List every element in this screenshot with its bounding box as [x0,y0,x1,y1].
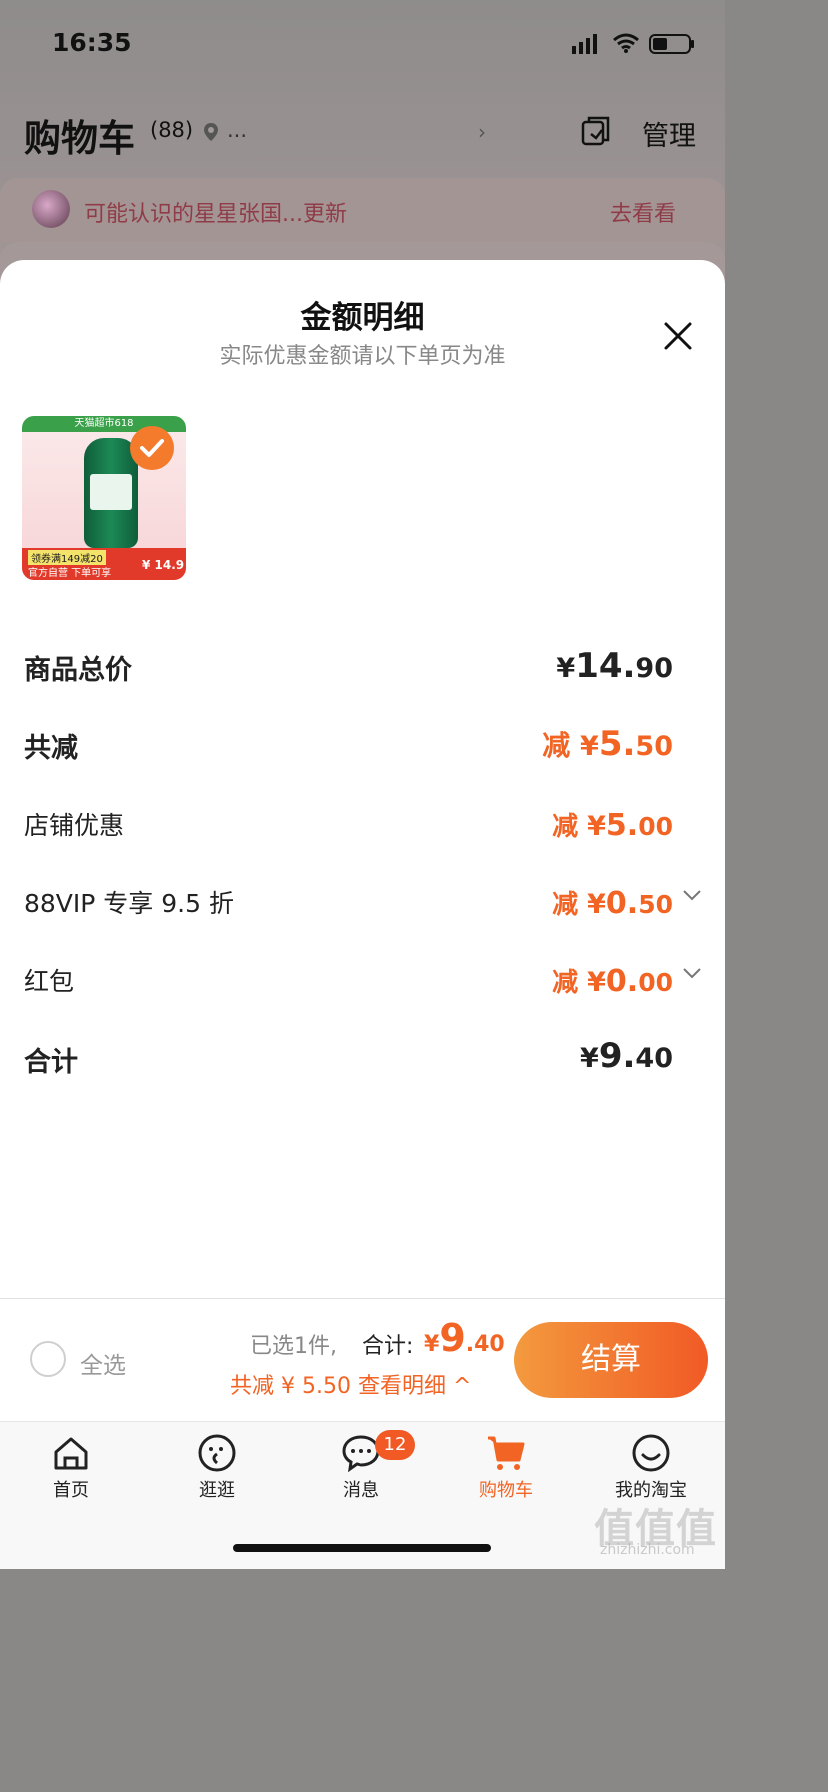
home-indicator[interactable] [233,1544,491,1552]
row-value-subtotal: ¥14.90 [556,646,673,686]
location-icon[interactable] [203,122,219,142]
product-price-tag: ¥ 14.9 [142,558,185,572]
signal-icon-bar4 [593,34,597,54]
home-icon [54,1437,88,1470]
select-all-label[interactable]: 全选 [80,1346,126,1380]
total-label: 合计: [362,1334,414,1359]
smile-icon [632,1434,670,1472]
watermark-url: zhizhizhi.com [600,1542,695,1558]
chevron-down-icon[interactable] [682,886,702,907]
notice-link[interactable]: 去看看 [610,196,676,228]
location-chevron-icon[interactable]: › [478,120,486,144]
tab-label-home: 首页 [53,1480,89,1501]
cart-title: 购物车 [24,117,135,160]
total-amount: ¥9.40 [424,1316,505,1360]
message-badge: 12 [375,1430,415,1460]
cart-icon [488,1436,525,1470]
view-detail-link[interactable]: 共减 ¥ 5.50 查看明细 ^ [230,1368,471,1400]
signal-icon-bar1 [572,46,576,54]
select-all-checkbox[interactable] [30,1341,66,1377]
row-label-shop-discount: 店铺优惠 [24,811,125,840]
notice-text[interactable]: 可能认识的星星张国...更新 [84,196,347,228]
share-cart-icon[interactable] [580,114,612,148]
sheet-subtitle: 实际优惠金额请以下单页为准 [219,344,506,369]
selected-count: 已选1件, [250,1334,337,1359]
row-value-88vip[interactable]: 减 ¥0.50 [552,884,673,921]
close-icon[interactable] [660,318,696,354]
browse-icon [198,1434,236,1472]
row-label-red-packet: 红包 [24,967,75,996]
row-value-shop-discount: 减 ¥5.00 [552,808,673,843]
status-icons [572,33,694,54]
row-label-subtotal: 商品总价 [24,655,132,686]
signal-icon-bar2 [579,42,583,54]
row-label-total: 合计 [24,1047,78,1078]
row-value-total: ¥9.40 [580,1036,673,1076]
chevron-down-icon[interactable] [682,964,702,985]
cart-count: (88) [150,118,194,142]
product-footer-text: 官方自营 下单可享 [28,568,112,579]
signal-icon-bar3 [586,38,590,54]
tab-home[interactable]: 首页 [26,1432,116,1512]
tab-browse[interactable]: 逛逛 [172,1432,262,1512]
tab-label-cart: 购物车 [479,1480,533,1501]
tab-label-browse: 逛逛 [199,1480,235,1501]
row-label-88vip: 88VIP 专享 9.5 折 [24,889,234,918]
row-value-red-packet[interactable]: 减 ¥0.00 [552,962,673,999]
sheet-title: 金额明细 [300,300,425,336]
checkout-button[interactable]: 结算 [514,1322,708,1398]
location-text[interactable]: ... [227,118,247,142]
product-checked-icon[interactable] [130,426,174,470]
avatar [32,190,70,228]
tab-cart[interactable]: 购物车 [461,1432,551,1512]
manage-button[interactable]: 管理 [642,114,696,153]
product-deal-text: 领券满149减20 [28,550,106,565]
tab-label-messages: 消息 [343,1480,379,1501]
product-label-image [90,474,132,510]
wifi-icon [613,33,639,50]
row-label-total-discount: 共减 [24,733,78,764]
status-time: 16:35 [52,28,132,57]
row-value-total-discount: 减 ¥5.50 [542,724,673,764]
